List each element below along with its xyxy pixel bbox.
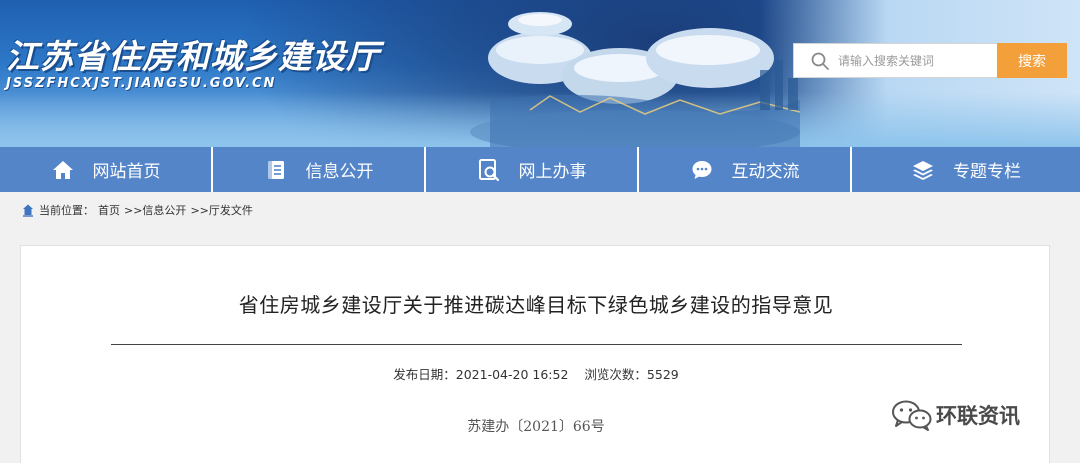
publish-info: 发布日期：2021-04-20 16:52 bbox=[393, 367, 568, 382]
publish-date: 2021-04-20 16:52 bbox=[455, 367, 569, 382]
nav-item-label: 网站首页 bbox=[92, 162, 161, 182]
home-icon bbox=[52, 160, 73, 179]
watermark-text: 环联资讯 bbox=[936, 404, 1020, 428]
nav-item-info-disclosure[interactable]: 信息公开 bbox=[213, 147, 426, 192]
search-box bbox=[793, 43, 997, 78]
views-label: 浏览次数： bbox=[584, 367, 647, 382]
nav-item-online-services[interactable]: 网上办事 bbox=[426, 147, 639, 192]
search-document-icon bbox=[478, 158, 499, 181]
article-meta: 发布日期：2021-04-20 16:52 浏览次数：5529 bbox=[21, 364, 1051, 383]
views-count: 5529 bbox=[646, 367, 679, 382]
nav-item-interaction[interactable]: 互动交流 bbox=[639, 147, 852, 192]
search-button[interactable]: 搜索 bbox=[997, 43, 1067, 78]
search-icon bbox=[811, 52, 829, 70]
wechat-icon bbox=[892, 400, 932, 431]
location-pin-icon bbox=[23, 204, 33, 217]
nav-item-label: 信息公开 bbox=[305, 162, 374, 182]
breadcrumb-dept-documents[interactable]: >>厅发文件 bbox=[190, 202, 252, 218]
chat-icon bbox=[692, 160, 711, 179]
nav-item-special-topics[interactable]: 专题专栏 bbox=[852, 147, 1080, 192]
document-icon bbox=[267, 160, 284, 179]
search-input[interactable] bbox=[838, 53, 988, 68]
breadcrumb: 当前位置： 首页 >>信息公开 >>厅发文件 bbox=[0, 192, 1080, 227]
breadcrumb-info-disclosure[interactable]: >>信息公开 bbox=[124, 202, 186, 218]
nav-item-home[interactable]: 网站首页 bbox=[0, 147, 213, 192]
publish-label: 发布日期： bbox=[393, 367, 456, 382]
views-info: 浏览次数：5529 bbox=[584, 367, 678, 382]
breadcrumb-home[interactable]: 首页 bbox=[98, 202, 120, 218]
header-banner: 江苏省住房和城乡建设厅 JSSZFHCXJST.JIANGSU.GOV.CN 搜… bbox=[0, 0, 1080, 147]
site-url: JSSZFHCXJST.JIANGSU.GOV.CN bbox=[6, 76, 277, 91]
nav-item-label: 互动交流 bbox=[731, 162, 800, 182]
watermark: 环联资讯 bbox=[890, 398, 1020, 432]
article-title: 省住房城乡建设厅关于推进碳达峰目标下绿色城乡建设的指导意见 bbox=[238, 293, 834, 317]
site-title: 江苏省住房和城乡建设厅 bbox=[6, 37, 380, 76]
nav-item-label: 网上办事 bbox=[518, 162, 587, 182]
title-divider bbox=[111, 344, 962, 345]
nav-item-label: 专题专栏 bbox=[953, 162, 1021, 182]
main-nav: 网站首页 信息公开 网上办事 互动交流 专题专栏 bbox=[0, 147, 1080, 192]
layers-icon bbox=[913, 160, 933, 180]
breadcrumb-prefix: 当前位置： bbox=[39, 203, 94, 217]
stadium-illustration bbox=[470, 12, 800, 147]
